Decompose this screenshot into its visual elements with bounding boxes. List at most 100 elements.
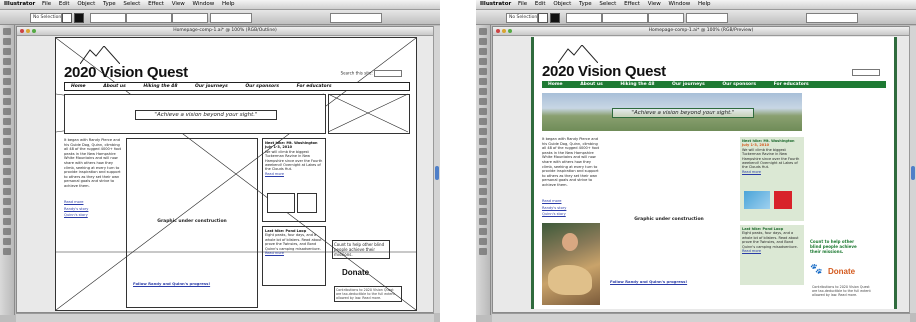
sponsor-logo-2[interactable] xyxy=(297,193,317,213)
donate-button[interactable]: Donate xyxy=(342,269,369,277)
scroll-thumb[interactable] xyxy=(435,166,439,180)
next-hike-read-more[interactable]: Read more xyxy=(742,170,761,174)
mesh-tool-icon[interactable] xyxy=(3,178,11,185)
nav-home[interactable]: Home xyxy=(548,82,563,87)
menu-effect[interactable]: Effect xyxy=(148,1,164,7)
brush-select[interactable] xyxy=(126,13,172,23)
magic-wand-tool-icon[interactable] xyxy=(479,48,487,55)
scissors-tool-icon[interactable] xyxy=(3,228,11,235)
nav-hiking[interactable]: Hiking the 48 xyxy=(143,84,177,89)
blend-tool-icon[interactable] xyxy=(479,208,487,215)
artboard[interactable]: 2020 Vision Quest Home About us Hiking t… xyxy=(531,37,897,309)
blend-tool-icon[interactable] xyxy=(3,208,11,215)
type-tool-icon[interactable] xyxy=(479,68,487,75)
sponsor-logo-1[interactable] xyxy=(267,193,295,213)
document-setup-button[interactable] xyxy=(806,13,858,23)
artboard[interactable]: 2020 Vision Quest Search this site: Home… xyxy=(55,37,417,311)
search-input[interactable] xyxy=(374,70,402,77)
nav-hiking[interactable]: Hiking the 48 xyxy=(620,82,654,87)
vertical-scrollbar[interactable] xyxy=(433,26,440,313)
symbol-sprayer-tool-icon[interactable] xyxy=(3,158,11,165)
fill-swatch[interactable] xyxy=(62,13,72,23)
nav-about[interactable]: About us xyxy=(580,82,603,87)
window-controls[interactable] xyxy=(20,29,38,37)
zoom-tool-icon[interactable] xyxy=(3,248,11,255)
site-logo[interactable]: 2020 Vision Quest xyxy=(542,63,666,80)
menu-help[interactable]: Help xyxy=(222,1,235,7)
scroll-thumb[interactable] xyxy=(911,166,915,180)
style-select[interactable] xyxy=(648,13,684,23)
sponsor-logo-2[interactable] xyxy=(774,191,792,209)
intro-read-more-link[interactable]: Read more xyxy=(64,200,124,205)
stroke-weight-field[interactable] xyxy=(566,13,602,23)
rectangle-tool-icon[interactable] xyxy=(3,88,11,95)
scissors-tool-icon[interactable] xyxy=(479,228,487,235)
rectangle-tool-icon[interactable] xyxy=(479,88,487,95)
graph-tool-icon[interactable] xyxy=(3,168,11,175)
nav-journeys[interactable]: Our journeys xyxy=(672,82,705,87)
menu-select[interactable]: Select xyxy=(123,1,140,7)
hand-tool-icon[interactable] xyxy=(479,238,487,245)
line-tool-icon[interactable] xyxy=(479,78,487,85)
nav-sponsors[interactable]: Our sponsors xyxy=(245,84,279,89)
follow-progress-link[interactable]: Follow Randy and Quinn's progress! xyxy=(610,279,687,284)
sponsor-logo-1[interactable] xyxy=(744,191,770,209)
opacity-field[interactable] xyxy=(686,13,728,23)
selection-tool-icon[interactable] xyxy=(3,28,11,35)
app-menu[interactable]: Illustrator xyxy=(480,1,511,7)
app-menu[interactable]: Illustrator xyxy=(4,1,35,7)
graph-tool-icon[interactable] xyxy=(479,168,487,175)
menu-window[interactable]: Window xyxy=(669,1,691,7)
hand-tool-icon[interactable] xyxy=(3,238,11,245)
line-tool-icon[interactable] xyxy=(3,78,11,85)
menu-window[interactable]: Window xyxy=(193,1,215,7)
slice-tool-icon[interactable] xyxy=(3,218,11,225)
rotate-tool-icon[interactable] xyxy=(479,118,487,125)
warp-tool-icon[interactable] xyxy=(479,138,487,145)
paintbrush-tool-icon[interactable] xyxy=(479,98,487,105)
menu-edit[interactable]: Edit xyxy=(535,1,546,7)
eyedropper-tool-icon[interactable] xyxy=(479,198,487,205)
direct-selection-tool-icon[interactable] xyxy=(479,38,487,45)
menu-object[interactable]: Object xyxy=(553,1,571,7)
symbol-sprayer-tool-icon[interactable] xyxy=(479,158,487,165)
scale-tool-icon[interactable] xyxy=(479,128,487,135)
pen-tool-icon[interactable] xyxy=(479,58,487,65)
zoom-tool-icon[interactable] xyxy=(479,248,487,255)
slice-tool-icon[interactable] xyxy=(479,218,487,225)
style-select[interactable] xyxy=(172,13,208,23)
menu-type[interactable]: Type xyxy=(579,1,592,7)
menu-help[interactable]: Help xyxy=(698,1,711,7)
eyedropper-tool-icon[interactable] xyxy=(3,198,11,205)
follow-progress-link[interactable]: Follow Randy and Quinn's progress! xyxy=(133,281,210,286)
menu-file[interactable]: File xyxy=(42,1,51,7)
vertical-scrollbar[interactable] xyxy=(909,26,916,313)
opacity-field[interactable] xyxy=(210,13,252,23)
direct-selection-tool-icon[interactable] xyxy=(3,38,11,45)
stroke-weight-field[interactable] xyxy=(90,13,126,23)
nav-about[interactable]: About us xyxy=(103,84,126,89)
randys-story-link[interactable]: Randy's story xyxy=(64,207,124,212)
pen-tool-icon[interactable] xyxy=(3,58,11,65)
nav-home[interactable]: Home xyxy=(71,84,86,89)
quinns-story-link[interactable]: Quinn's story xyxy=(542,212,602,217)
paintbrush-tool-icon[interactable] xyxy=(3,98,11,105)
document-setup-button[interactable] xyxy=(330,13,382,23)
menu-type[interactable]: Type xyxy=(103,1,116,7)
fill-swatch[interactable] xyxy=(538,13,548,23)
menu-object[interactable]: Object xyxy=(77,1,95,7)
menu-edit[interactable]: Edit xyxy=(59,1,70,7)
menu-file[interactable]: File xyxy=(518,1,527,7)
magic-wand-tool-icon[interactable] xyxy=(3,48,11,55)
menu-effect[interactable]: Effect xyxy=(624,1,640,7)
site-logo[interactable]: 2020 Vision Quest xyxy=(64,64,188,81)
last-hike-read-more[interactable]: Read more xyxy=(742,249,761,253)
menu-view[interactable]: View xyxy=(172,1,185,7)
pencil-tool-icon[interactable] xyxy=(479,108,487,115)
last-hike-read-more[interactable]: Read more xyxy=(265,251,284,255)
type-tool-icon[interactable] xyxy=(3,68,11,75)
donate-button[interactable]: Donate xyxy=(828,268,855,276)
nav-educators[interactable]: For educators xyxy=(297,84,332,89)
free-transform-tool-icon[interactable] xyxy=(3,148,11,155)
stroke-swatch[interactable] xyxy=(550,13,560,23)
